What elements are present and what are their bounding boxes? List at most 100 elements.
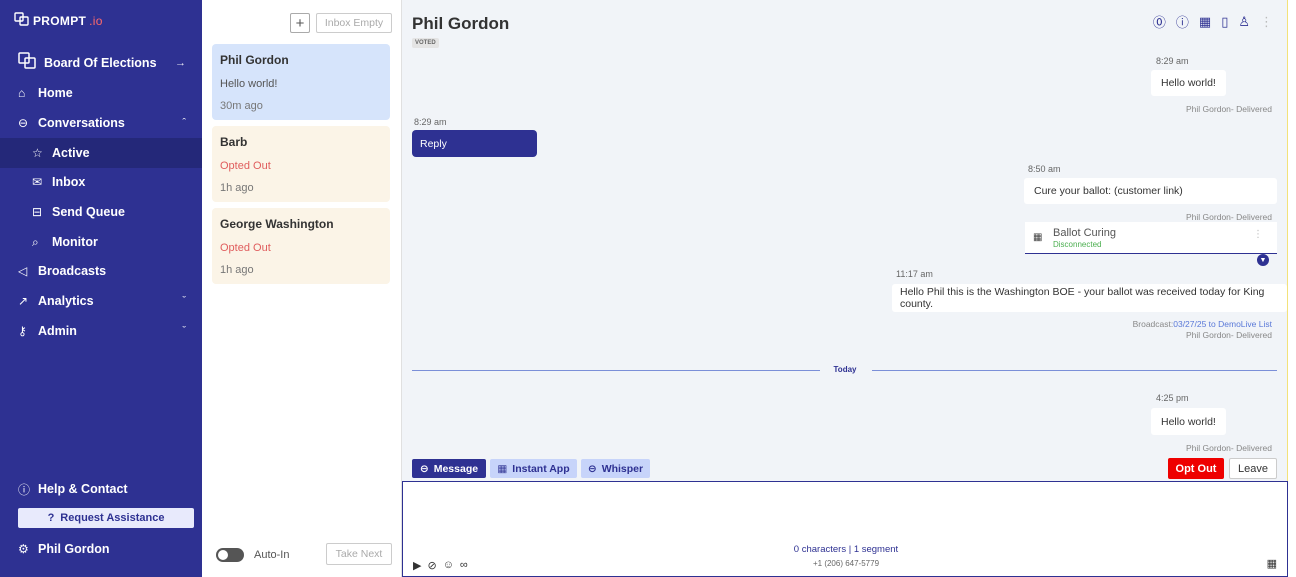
emoji-icon[interactable]: ☺: [443, 559, 454, 572]
broadcast-meta: Broadcast:03/27/25 to DemoLive List: [1133, 319, 1272, 329]
nav-home-label: Home: [38, 86, 73, 100]
board-icon: [18, 52, 36, 74]
inbox-empty-button[interactable]: Inbox Empty: [316, 13, 392, 33]
chat-icon: ⊖: [18, 116, 29, 130]
take-next-button[interactable]: Take Next: [326, 543, 392, 565]
logo-icon: [14, 12, 30, 29]
auto-in-toggle[interactable]: [216, 548, 244, 562]
message-meta: Phil Gordon- Delivered: [1186, 212, 1272, 222]
message-timestamp: 8:50 am: [1028, 164, 1061, 174]
message-timestamp: 8:29 am: [414, 117, 447, 127]
composer-tools: ▶ ⊘ ☺ ∞: [413, 559, 468, 572]
conversation-name: Phil Gordon: [220, 53, 289, 67]
tab-message[interactable]: ⊖ Message: [412, 459, 486, 478]
tab-instant-app[interactable]: ▦ Instant App: [490, 459, 577, 478]
play-icon[interactable]: ▶: [413, 559, 421, 572]
message-timestamp: 11:17 am: [896, 269, 933, 279]
attachment-icon[interactable]: ⊘: [427, 559, 436, 572]
user-menu[interactable]: ⚙ Phil Gordon: [0, 534, 202, 564]
request-assistance-button[interactable]: ? Request Assistance: [18, 508, 194, 528]
leave-button[interactable]: Leave: [1229, 458, 1277, 479]
divider-line: [412, 370, 820, 371]
star-icon: ☆: [32, 146, 43, 160]
board-selector[interactable]: Board Of Elections →: [0, 48, 202, 78]
chat-toolbar: ⓪ ⓘ ▦ ▯ ♙ ⋮: [1153, 12, 1273, 31]
grid-icon: ▦: [1033, 232, 1043, 243]
more-icon[interactable]: ⋮: [1253, 229, 1263, 240]
logo[interactable]: PROMPT .io: [14, 12, 103, 29]
document-icon[interactable]: ▯: [1221, 14, 1228, 30]
chevron-down-icon: ˇ: [182, 295, 186, 307]
nav-conversations[interactable]: ⊖ Conversations ˆ: [0, 108, 202, 138]
opt-out-button[interactable]: Opt Out: [1168, 458, 1224, 479]
message-timestamp: 4:25 pm: [1156, 393, 1189, 403]
app-card-title: Ballot Curing: [1053, 227, 1116, 239]
nav-analytics[interactable]: ↗ Analytics ˇ: [0, 286, 202, 316]
calendar-icon[interactable]: ▦: [1267, 557, 1277, 570]
key-icon: ⚷: [18, 324, 27, 338]
info-icon[interactable]: ⓘ: [1176, 12, 1189, 31]
info-icon: ⓘ: [18, 482, 31, 497]
logo-text: PROMPT: [33, 13, 87, 28]
home-icon: ⌂: [18, 86, 26, 100]
conversation-snippet: Opted Out: [220, 160, 271, 172]
queue-icon: ⊟: [32, 205, 43, 219]
divider-line: [872, 370, 1277, 371]
phone-number: +1 (206) 647-5779: [812, 559, 880, 568]
message-bubble: Hello Phil this is the Washington BOE - …: [892, 284, 1287, 312]
help-icon[interactable]: ⓪: [1153, 12, 1166, 31]
more-icon[interactable]: ⋮: [1260, 14, 1273, 30]
nav-monitor-label: Monitor: [52, 235, 98, 249]
character-count: 0 characters | 1 segment: [793, 544, 899, 555]
link-icon[interactable]: ∞: [460, 559, 468, 572]
tab-whisper[interactable]: ⊖ Whisper: [581, 459, 650, 478]
reply-bubble: Reply: [412, 130, 537, 157]
tab-instant-app-label: Instant App: [512, 462, 570, 475]
nav-inbox-label: Inbox: [52, 175, 86, 189]
conversation-card[interactable]: George Washington Opted Out 1h ago: [212, 208, 390, 284]
tab-message-label: Message: [433, 462, 479, 475]
user-name: Phil Gordon: [38, 542, 110, 556]
chevron-down-icon[interactable]: ▼: [1257, 254, 1269, 266]
help-contact[interactable]: ⓘ Help & Contact: [0, 474, 202, 504]
nav-broadcasts[interactable]: ◁ Broadcasts: [0, 256, 202, 286]
message-bubble: Cure your ballot: (customer link): [1024, 178, 1277, 204]
conversation-card[interactable]: Phil Gordon Hello world! 30m ago: [212, 44, 390, 120]
user-icon[interactable]: ♙: [1238, 14, 1250, 30]
chevron-up-icon: ˆ: [182, 117, 186, 129]
message-input[interactable]: [407, 486, 1283, 538]
message-timestamp: 8:29 am: [1156, 56, 1189, 66]
broadcast-prefix: Broadcast:: [1132, 319, 1174, 329]
nav-inbox[interactable]: ✉ Inbox: [0, 167, 202, 197]
new-conversation-button[interactable]: +: [290, 13, 310, 33]
conversation-snippet: Hello world!: [220, 78, 278, 90]
nav-conversations-label: Conversations: [38, 116, 125, 130]
nav-admin[interactable]: ⚷ Admin ˇ: [0, 316, 202, 346]
conversation-time: 1h ago: [220, 182, 254, 194]
sidebar: PROMPT .io Board Of Elections → ⌂ Home ⊖ …: [0, 0, 202, 577]
nav-admin-label: Admin: [38, 324, 77, 338]
nav-analytics-label: Analytics: [38, 294, 94, 308]
trend-icon: ↗: [18, 294, 29, 308]
nav-send-queue[interactable]: ⊟ Send Queue: [0, 197, 202, 227]
conversation-list: + Inbox Empty Phil Gordon Hello world! 3…: [202, 0, 402, 577]
nav-active[interactable]: ☆ Active: [0, 138, 202, 168]
chat-icon: ⊖: [419, 462, 429, 475]
conversation-card[interactable]: Barb Opted Out 1h ago: [212, 126, 390, 202]
status-badge: VOTED: [412, 38, 439, 48]
lock-icon: ⊖: [587, 462, 597, 475]
nav-monitor[interactable]: ⌕ Monitor: [0, 227, 202, 257]
message-bubble: Hello world!: [1151, 70, 1226, 96]
logo-io: .io: [89, 13, 103, 28]
arrow-right-icon: →: [175, 57, 186, 69]
nav-home[interactable]: ⌂ Home: [0, 78, 202, 108]
broadcast-link[interactable]: 03/27/25 to DemoLive List: [1173, 319, 1272, 329]
conversation-time: 1h ago: [220, 264, 254, 276]
message-meta: Phil Gordon- Delivered: [1186, 104, 1272, 114]
app-card-status: Disconnected: [1053, 240, 1102, 249]
nav-send-queue-label: Send Queue: [52, 205, 125, 219]
grid-icon[interactable]: ▦: [1199, 14, 1211, 30]
request-assistance-label: Request Assistance: [60, 512, 165, 524]
conversation-name: Barb: [220, 135, 248, 149]
instant-app-card[interactable]: ▦ Ballot Curing Disconnected ⋮: [1025, 222, 1277, 254]
